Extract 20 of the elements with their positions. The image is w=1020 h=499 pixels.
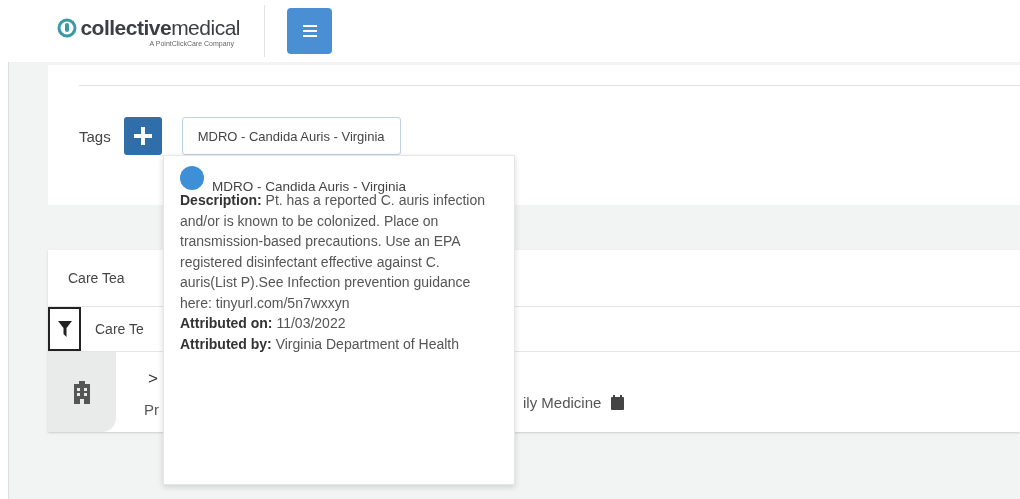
logo-icon bbox=[57, 17, 78, 38]
building-icon bbox=[73, 380, 91, 404]
row-subtitle: Pr bbox=[144, 401, 159, 418]
logo-text: collectivemedical bbox=[80, 15, 240, 40]
care-team-tab[interactable]: Care Tea bbox=[68, 270, 125, 286]
tags-label: Tags bbox=[79, 127, 111, 145]
menu-icon bbox=[302, 25, 317, 37]
calendar-icon bbox=[611, 394, 625, 410]
plus-icon bbox=[133, 127, 152, 145]
tooltip-detail: Attributed by: Virginia Department of Health bbox=[180, 334, 461, 354]
tag-chip[interactable]: MDRO - Candida Auris - Virginia bbox=[181, 117, 401, 155]
menu-button[interactable] bbox=[287, 8, 332, 54]
tooltip-title: MDRO - Candida Auris - Virginia bbox=[212, 179, 407, 194]
tooltip-detail: Attributed on: 11/03/2022 bbox=[180, 314, 347, 333]
filter-icon bbox=[57, 321, 72, 337]
filter-label: Care Te bbox=[95, 321, 144, 337]
filter-button[interactable] bbox=[48, 307, 81, 351]
specialty-text: ily Medicine bbox=[523, 393, 602, 411]
expand-toggle[interactable]: > bbox=[144, 369, 159, 389]
add-tag-button[interactable] bbox=[123, 117, 162, 155]
